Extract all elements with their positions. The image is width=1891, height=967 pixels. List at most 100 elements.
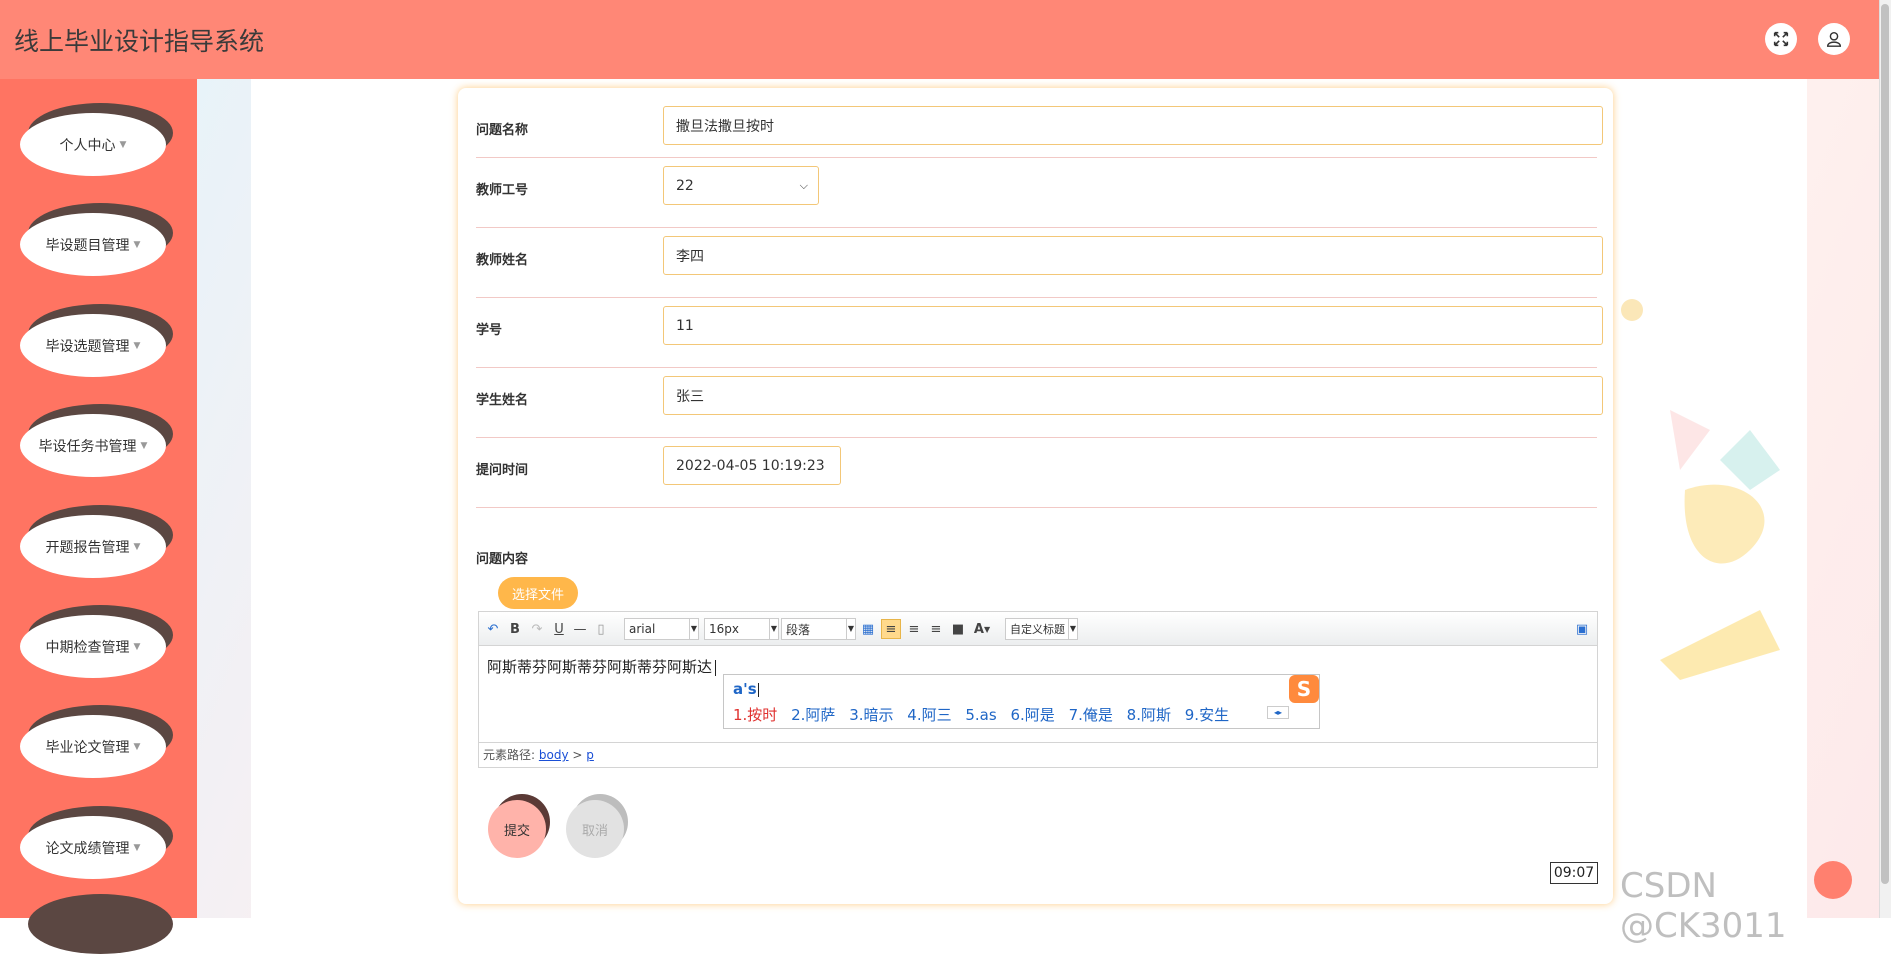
teacher-id-label: 教师工号 [476,183,529,198]
ime-input-text: a's [733,680,759,698]
question-form: 问题名称 撒旦法撒旦按时 教师工号 22 ⌵ 教师姓名 李四 学号 11 学生姓名… [458,88,1613,904]
font-size-select[interactable]: 16px ▼ [704,618,779,640]
font-family-select[interactable]: arial ▼ [624,618,699,640]
ime-candidate[interactable]: 6.阿是 [1010,706,1054,724]
chevron-down-icon: ⌵ [799,178,808,192]
teacher-name-input[interactable]: 李四 [663,236,1603,275]
ime-candidate[interactable]: 1.按时 [733,706,777,724]
cancel-button[interactable]: 取消 [566,794,628,860]
sidebar-item-label: 毕设任务书管理 [38,438,137,455]
sidebar-item-thesis-management[interactable]: 毕业论文管理 ▼ [20,705,173,778]
sidebar: 个人中心 ▼ 毕设题目管理 ▼ 毕设选题管理 ▼ 毕设任务书管理 ▼ 开题报告管理 ▼ 中… [0,79,197,954]
time-tooltip: 09:07 [1550,862,1598,884]
student-id-label: 学号 [476,323,503,338]
ime-candidate-window: a's 1.按时 2.阿萨 3.暗示 4.阿三 5.as 6.阿是 7.俺是 8… [723,674,1320,729]
form-row-teacher-id: 教师工号 22 ⌵ [476,158,1597,228]
sidebar-item-midterm-check[interactable]: 中期检查管理 ▼ [20,605,173,678]
chevron-down-icon: ▼ [133,741,141,752]
teacher-name-label: 教师姓名 [476,253,529,268]
paragraph-select[interactable]: 段落 ▼ [781,618,856,640]
sidebar-item-label: 中期检查管理 [45,639,130,656]
sidebar-item-label: 毕设选题管理 [45,338,130,355]
document-icon[interactable]: ▯ [593,619,609,639]
align-center-icon[interactable]: ≡ [927,619,945,639]
path-body-link[interactable]: body [539,748,569,762]
sidebar-item-next[interactable] [20,894,173,967]
redo-icon[interactable]: ↷ [529,619,545,639]
table-icon[interactable]: ▦ [859,619,877,639]
ime-candidate[interactable]: 7.俺是 [1069,706,1113,724]
editor-content[interactable]: 阿斯蒂芬阿斯蒂芬阿斯蒂芬阿斯达 [487,656,717,677]
form-row-student-name: 学生姓名 张三 [476,368,1603,438]
sidebar-item-selection-management[interactable]: 毕设选题管理 ▼ [20,304,173,377]
header-bar: 线上毕业设计指导系统 [0,0,1891,79]
sidebar-item-task-book-management[interactable]: 毕设任务书管理 ▼ [20,404,173,477]
ime-page-arrows-icon[interactable]: ◂▸ [1267,706,1289,719]
underline-icon[interactable]: U [551,619,567,639]
ime-candidate[interactable]: 3.暗示 [849,706,893,724]
ask-time-label: 提问时间 [476,463,529,478]
teacher-id-select[interactable]: 22 ⌵ [663,166,819,205]
watermark: CSDN @CK3011 [1620,866,1787,946]
sidebar-item-personal-center[interactable]: 个人中心 ▼ [20,103,173,176]
chevron-down-icon: ▼ [133,842,141,853]
text-cursor [715,659,717,676]
chevron-down-icon: ▼ [133,239,141,250]
background-decoration [1621,299,1780,680]
sidebar-item-proposal-management[interactable]: 开题报告管理 ▼ [20,505,173,578]
ask-time-input[interactable]: 2022-04-05 10:19:23 [663,446,841,485]
form-row-teacher-name: 教师姓名 李四 [476,228,1603,298]
horizontal-rule-icon[interactable]: — [572,619,588,639]
editor-toolbar: ↶ B ↷ U — ▯ arial ▼ 16px ▼ 段落 ▼ ▦ ≡ ≡ ≡ ■ A… [479,612,1597,646]
sidebar-item-label: 毕业论文管理 [45,739,130,756]
expand-icon [1773,31,1789,47]
chevron-down-icon: ▼ [133,340,141,351]
custom-title-select[interactable]: 自定义标题 ▼ [1005,618,1078,640]
chevron-down-icon: ▼ [133,641,141,652]
sidebar-item-grade-management[interactable]: 论文成绩管理 ▼ [20,806,173,879]
fullscreen-button[interactable] [1765,23,1797,55]
ime-candidates: 1.按时 2.阿萨 3.暗示 4.阿三 5.as 6.阿是 7.俺是 8.阿斯 … [733,704,1238,725]
bold-icon[interactable]: B [507,619,523,639]
chevron-down-icon: ▼ [846,619,855,639]
fullscreen-editor-icon[interactable]: ▣ [1573,619,1591,639]
form-row-question-name: 问题名称 撒旦法撒旦按时 [476,98,1603,158]
submit-button[interactable]: 提交 [488,794,550,860]
element-path-bar: 元素路径: body > p [479,742,1597,767]
sidebar-item-label: 开题报告管理 [45,539,130,556]
sidebar-item-topic-management[interactable]: 毕设题目管理 ▼ [20,203,173,276]
select-file-button[interactable]: 选择文件 [498,577,578,609]
form-row-student-id: 学号 11 [476,298,1603,368]
sidebar-item-label: 毕设题目管理 [45,237,130,254]
page-scrollbar[interactable] [1879,0,1891,918]
sidebar-item-label: 论文成绩管理 [45,840,130,857]
student-name-label: 学生姓名 [476,393,529,408]
ime-candidate[interactable]: 5.as [965,706,996,724]
chevron-down-icon: ▼ [119,139,127,150]
user-menu-button[interactable] [1818,23,1850,55]
chevron-down-icon: ▼ [689,619,698,639]
ime-candidate[interactable]: 2.阿萨 [791,706,835,724]
question-content-label: 问题内容 [476,552,529,567]
align-left-icon[interactable]: ≡ [881,619,901,639]
justify-icon[interactable]: ■ [949,619,967,639]
sidebar-item-label: 个人中心 [59,137,116,154]
scrollbar-thumb[interactable] [1881,4,1889,884]
font-color-icon[interactable]: A ▼ [971,619,993,639]
chevron-down-icon: ▼ [769,619,778,639]
chevron-down-icon: ▼ [140,440,148,451]
ime-candidate[interactable]: 8.阿斯 [1127,706,1171,724]
ime-logo-icon: S [1289,675,1319,703]
chevron-down-icon: ▼ [1068,619,1077,639]
question-name-label: 问题名称 [476,123,529,138]
question-name-input[interactable]: 撒旦法撒旦按时 [663,106,1603,145]
ime-candidate[interactable]: 4.阿三 [907,706,951,724]
user-icon [1826,31,1842,47]
student-name-input[interactable]: 张三 [663,376,1603,415]
align-right-icon[interactable]: ≡ [905,619,923,639]
app-title: 线上毕业设计指导系统 [14,26,265,56]
ime-candidate[interactable]: 9.安生 [1185,706,1229,724]
student-id-input[interactable]: 11 [663,306,1603,345]
path-p-link[interactable]: p [586,748,594,762]
undo-icon[interactable]: ↶ [485,619,501,639]
